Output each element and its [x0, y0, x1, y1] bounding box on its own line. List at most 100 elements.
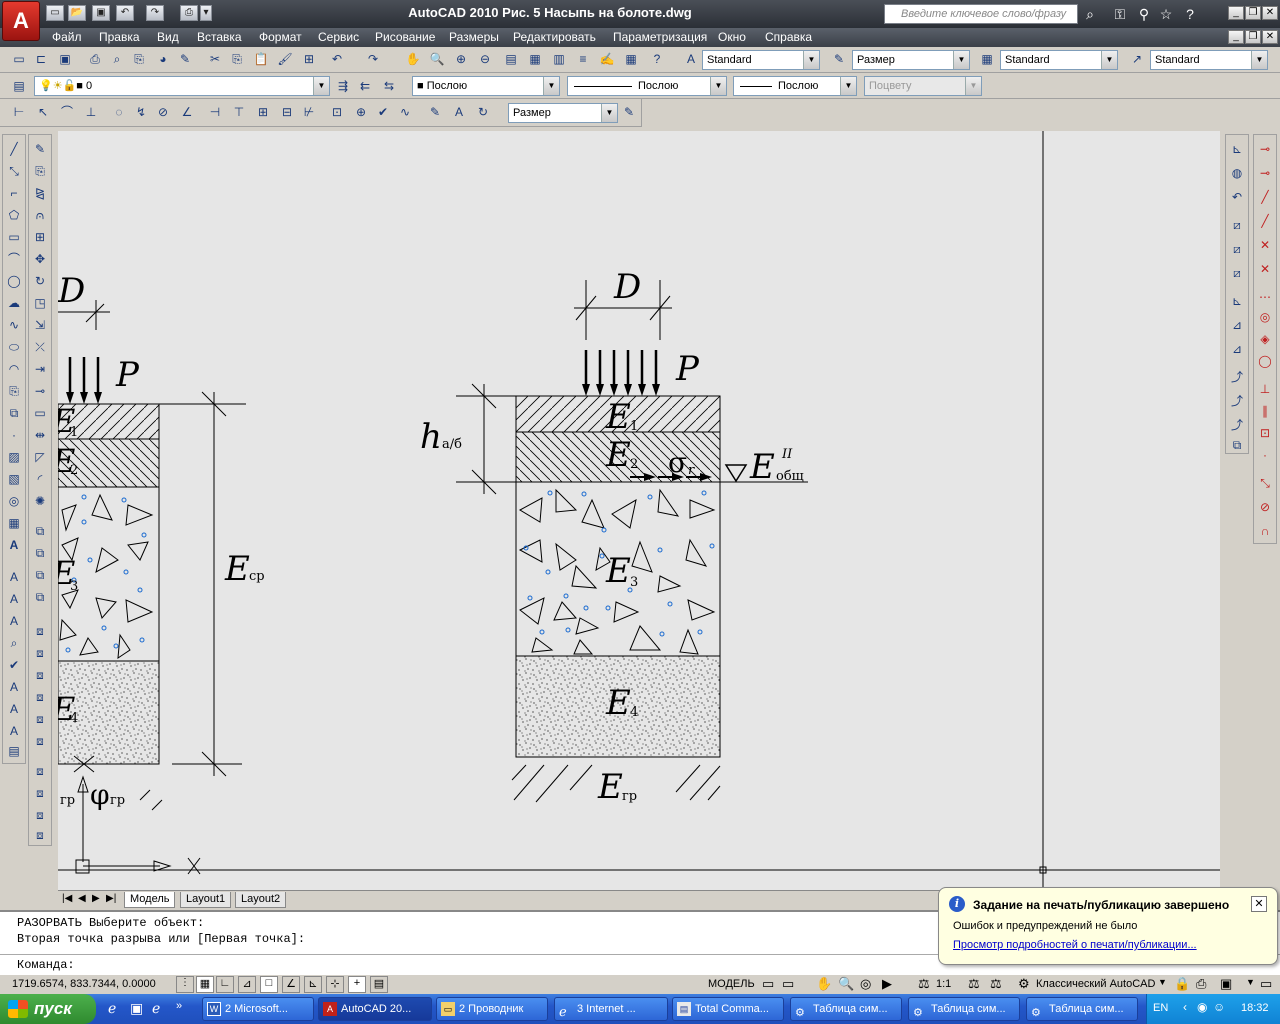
layer-match-icon[interactable]: ⧈	[30, 731, 50, 751]
open-file-icon[interactable]: ⊏	[32, 50, 50, 68]
gear-icon[interactable]: ⚙	[1018, 976, 1030, 992]
arc-icon[interactable]: ⌒	[4, 249, 24, 269]
extend-icon[interactable]: ⇥	[30, 359, 50, 379]
workspace-switch[interactable]: Классический AutoCAD	[1036, 978, 1155, 990]
tab-first-icon[interactable]: |◀	[62, 893, 72, 904]
menu-file[interactable]: Файл	[52, 30, 82, 44]
steering-wheel-icon[interactable]: ◎	[860, 976, 871, 992]
save-file-icon[interactable]: ▣	[56, 50, 74, 68]
dim-style-icon[interactable]: ✎	[830, 50, 848, 68]
layout-icon[interactable]: ▭	[762, 976, 774, 992]
edit-text-icon[interactable]: A	[4, 611, 24, 631]
single-text-icon[interactable]: A	[4, 589, 24, 609]
snap-perpendicular-icon[interactable]: ⊥	[1255, 379, 1275, 399]
make-current-icon[interactable]: ⇶	[334, 77, 352, 95]
qnew-icon[interactable]: ▭	[10, 50, 28, 68]
tab-next-icon[interactable]: ▶	[92, 893, 100, 904]
clock[interactable]: 18:32	[1241, 1002, 1269, 1014]
revcloud-icon[interactable]: ☁	[4, 293, 24, 313]
etransmit-icon[interactable]: ✎	[176, 50, 194, 68]
dim-arc-icon[interactable]: ⌒	[58, 103, 76, 121]
construction-line-icon[interactable]: ⤡	[4, 161, 24, 181]
status-menu-icon[interactable]: ▼	[1246, 977, 1255, 987]
snap-extension-icon[interactable]: ⋯	[1255, 287, 1275, 307]
spell-check-icon[interactable]: ✔	[4, 655, 24, 675]
join-icon[interactable]: ⇹	[30, 425, 50, 445]
zoom-previous-icon[interactable]: ⊖	[476, 50, 494, 68]
jogged-linear-icon[interactable]: ∿	[396, 103, 414, 121]
find-icon[interactable]: ⌕	[4, 633, 24, 653]
convert-space-icon[interactable]: ▤	[4, 741, 24, 761]
rotate-icon[interactable]: ↻	[30, 271, 50, 291]
scale-text-icon[interactable]: A	[4, 699, 24, 719]
dyn-icon[interactable]: ⊹	[326, 976, 344, 993]
layer-previous-icon[interactable]: ⇇	[356, 77, 374, 95]
polar-icon[interactable]: ⊿	[238, 976, 256, 993]
dim-diameter-icon[interactable]: ⊘	[154, 103, 172, 121]
dim-style-control[interactable]: Размер ▼	[508, 103, 618, 123]
hatch-icon[interactable]: ▨	[4, 447, 24, 467]
rectangle-icon[interactable]: ▭	[4, 227, 24, 247]
menu-draw[interactable]: Рисование	[375, 30, 435, 44]
snap-intersection-icon[interactable]: ✕	[1255, 235, 1275, 255]
start-button[interactable]: пуск	[0, 994, 96, 1024]
favorites-star-icon[interactable]: ☆	[1156, 4, 1176, 24]
snap-midpoint-icon[interactable]: ╱	[1255, 211, 1275, 231]
menu-window[interactable]: Окно	[718, 30, 746, 44]
properties-icon[interactable]: ▤	[502, 50, 520, 68]
break-at-point-icon[interactable]: ⊸	[30, 381, 50, 401]
inspection-icon[interactable]: ✔	[374, 103, 392, 121]
linetype-combo[interactable]: Послою ▼	[567, 76, 727, 96]
open-icon[interactable]: 📂	[68, 5, 86, 21]
lock-status-icon[interactable]: 🔒	[1174, 976, 1190, 992]
point-icon[interactable]: ·	[4, 425, 24, 445]
markup-icon[interactable]: ✍	[598, 50, 616, 68]
trim-icon[interactable]: ⤫	[30, 337, 50, 357]
ucs-origin-icon[interactable]: ⊾	[1227, 291, 1247, 311]
chevron-down-icon[interactable]: ▼	[1158, 977, 1167, 987]
tab-prev-icon[interactable]: ◀	[78, 893, 86, 904]
undo-icon[interactable]: ↶	[116, 5, 134, 21]
polygon-icon[interactable]: ⬠	[4, 205, 24, 225]
text-style-icon[interactable]: A	[682, 50, 700, 68]
task-ie[interactable]: ℯ 3 Internet ...	[554, 997, 668, 1021]
osnap-icon[interactable]: □	[260, 976, 278, 993]
plot-icon[interactable]: ⎙	[180, 5, 198, 21]
menu-parametric[interactable]: Параметризация	[613, 30, 707, 44]
snap-parallel-icon[interactable]: ∥	[1255, 401, 1275, 421]
layer-state-icon[interactable]: ⇆	[380, 77, 398, 95]
layer-uniso-icon[interactable]: ⧈	[30, 643, 50, 663]
menu-dimension[interactable]: Размеры	[449, 30, 499, 44]
circle-icon[interactable]: ◯	[4, 271, 24, 291]
fillet-icon[interactable]: ◜	[30, 469, 50, 489]
ucs-face-icon[interactable]: ⧄	[1227, 215, 1247, 235]
layer-combo[interactable]: 💡☀🔓■ 0 ▼	[34, 76, 330, 96]
snap-center-icon[interactable]: ◎	[1255, 307, 1275, 327]
showmotion-icon[interactable]: ▶	[882, 976, 892, 992]
snap-node-icon[interactable]: ·	[1255, 445, 1275, 465]
explode-icon[interactable]: ✺	[30, 491, 50, 511]
paste-icon[interactable]: 📋	[252, 50, 270, 68]
task-autocad[interactable]: A AutoCAD 20...	[318, 997, 432, 1021]
make-block-icon[interactable]: ⧉	[4, 403, 24, 423]
ucs-object-icon[interactable]: ⧄	[1227, 239, 1247, 259]
move-icon[interactable]: ✥	[30, 249, 50, 269]
scale-icon[interactable]: ◳	[30, 293, 50, 313]
osnap-settings-icon[interactable]: ∩	[1255, 521, 1275, 541]
communication-center-icon[interactable]: ⚲	[1134, 4, 1154, 24]
insert-block-icon[interactable]: ⎘	[4, 381, 24, 401]
table-icon[interactable]: ▦	[4, 513, 24, 533]
grid-icon[interactable]: ▦	[196, 976, 214, 993]
ortho-icon[interactable]: ∟	[216, 976, 234, 993]
menu-insert[interactable]: Вставка	[197, 30, 242, 44]
publish-icon[interactable]: ⎘	[130, 50, 148, 68]
task-word[interactable]: W 2 Microsoft...	[202, 997, 314, 1021]
clean-screen-icon[interactable]: ▭	[1260, 976, 1272, 992]
ucs-zaxis-icon[interactable]: ⊿	[1227, 315, 1247, 335]
minimize-icon[interactable]: _	[1228, 6, 1244, 20]
snap-none-icon[interactable]: ⊘	[1255, 497, 1275, 517]
redo-std-icon[interactable]: ↷	[364, 50, 382, 68]
lineweight-combo[interactable]: Послою ▼	[733, 76, 857, 96]
menu-modify[interactable]: Редактировать	[513, 30, 596, 44]
annotation-scale-value[interactable]: 1:1	[936, 978, 951, 990]
